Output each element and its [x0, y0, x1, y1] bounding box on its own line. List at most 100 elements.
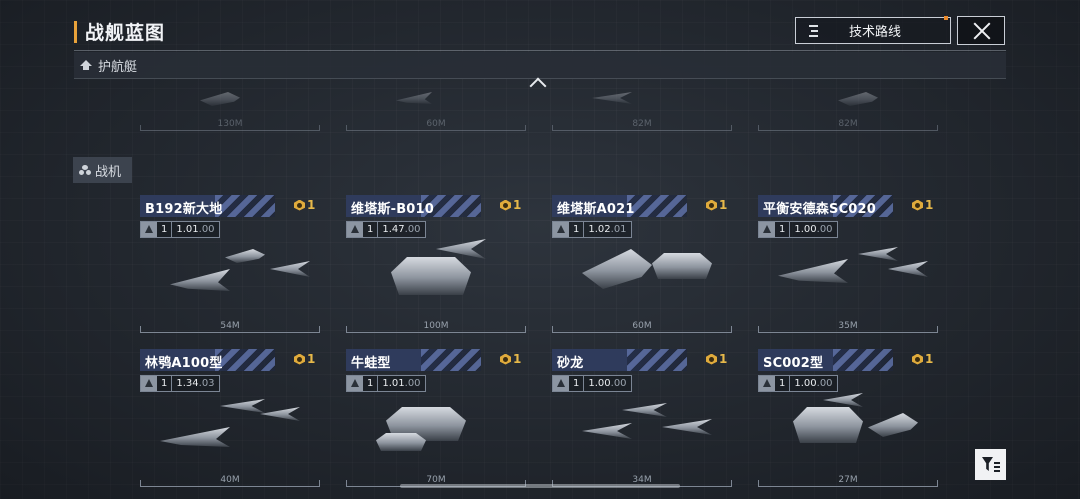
- ship-class-icon: [759, 376, 775, 391]
- notification-dot: [944, 16, 948, 20]
- ship-class-icon: [347, 222, 363, 237]
- count-value: 1: [719, 352, 728, 366]
- blueprint-card[interactable]: 维塔斯A021 1 1 1.02.01 60M: [552, 195, 732, 335]
- level-value: 1: [775, 222, 791, 237]
- ship-class-icon: [759, 222, 775, 237]
- section-header-fighter[interactable]: 战机: [73, 157, 132, 183]
- length-label: 35M: [838, 321, 858, 331]
- version-value: 1.00.00: [588, 378, 627, 389]
- length-label: 27M: [838, 475, 858, 485]
- escort-blueprint-ghost: 82M: [758, 92, 938, 137]
- length-scale: [552, 326, 732, 333]
- ship-blueprint-render: [768, 239, 928, 315]
- ship-model-image: [270, 261, 310, 277]
- count-value: 1: [925, 198, 934, 212]
- version-value: 1.01.00: [382, 378, 421, 389]
- header-stripes: [215, 349, 275, 371]
- version-value: 1.01.00: [176, 224, 215, 235]
- ship-blueprint-render: [562, 239, 722, 315]
- ship-name: 牛蛙型: [351, 356, 391, 371]
- ship-model-image: [622, 403, 667, 417]
- header-stripes: [627, 349, 687, 371]
- ship-model-image: [225, 249, 265, 263]
- section-header-escort[interactable]: 护航艇: [74, 52, 1006, 79]
- ship-silhouette: [200, 92, 240, 106]
- ship-stats: 1 1.00.00: [758, 375, 838, 392]
- version-value: 1.00.00: [794, 224, 833, 235]
- close-button[interactable]: [957, 16, 1005, 45]
- ship-blueprint-render: [150, 393, 310, 469]
- ship-class-icon: [141, 222, 157, 237]
- ship-model-image: [823, 393, 863, 407]
- length-scale: [346, 326, 526, 333]
- card-header: 牛蛙型: [346, 349, 481, 371]
- ship-silhouette: [592, 92, 632, 104]
- ship-model-image: [376, 433, 426, 451]
- count-value: 1: [513, 198, 522, 212]
- section-label: 战机: [95, 164, 122, 180]
- ship-name: 林鸮A100型: [145, 356, 223, 371]
- blueprint-badge-icon: [500, 353, 511, 365]
- count-value: 1: [513, 352, 522, 366]
- tech-route-label: 技术路线: [848, 25, 901, 40]
- ship-model-image: [170, 269, 230, 291]
- version-value: 1.34.03: [176, 378, 215, 389]
- card-header: 维塔斯A021: [552, 195, 687, 217]
- length-label: 100M: [423, 321, 449, 331]
- horizontal-scrollbar[interactable]: [400, 484, 680, 488]
- blueprint-badge-icon: [912, 353, 923, 365]
- ship-model-image: [582, 249, 652, 289]
- card-header: SC002型: [758, 349, 893, 371]
- filter-button[interactable]: [975, 449, 1006, 480]
- ship-model-image: [220, 399, 265, 413]
- blueprint-card[interactable]: 平衡安德森SC020 1 1 1.00.00 35M: [758, 195, 938, 335]
- blueprint-card[interactable]: SC002型 1 1 1.00.00 27M: [758, 349, 938, 489]
- tech-route-button[interactable]: 技术路线: [795, 16, 951, 44]
- page-title: 战舰蓝图: [85, 22, 166, 44]
- ship-name: SC002型: [763, 356, 824, 371]
- blueprint-card[interactable]: 维塔斯-B010 1 1 1.47.00 100M: [346, 195, 526, 335]
- ship-class-icon: [553, 376, 569, 391]
- count-value: 1: [307, 198, 316, 212]
- ship-stats: 1 1.47.00: [346, 221, 426, 238]
- blueprint-count: 1: [912, 198, 933, 212]
- length-scale: [140, 480, 320, 487]
- ship-blueprint-render: [768, 393, 928, 469]
- blueprint-card[interactable]: B192新大地 1 1 1.01.00 54M: [140, 195, 320, 335]
- escort-blueprint-ghost: 130M: [140, 92, 320, 137]
- blueprint-card[interactable]: 林鸮A100型 1 1 1.34.03 40M: [140, 349, 320, 489]
- count-value: 1: [925, 352, 934, 366]
- header-divider: [74, 50, 1006, 51]
- length-scale: [346, 125, 526, 131]
- length-label: 60M: [426, 119, 446, 129]
- ship-blueprint-render: [356, 239, 516, 315]
- blueprint-count: 1: [294, 352, 315, 366]
- escort-blueprint-ghost: 82M: [552, 92, 732, 137]
- ship-stats: 1 1.01.00: [140, 221, 220, 238]
- ship-silhouette: [396, 92, 432, 104]
- ship-stats: 1 1.01.00: [346, 375, 426, 392]
- ship-stats: 1 1.02.01: [552, 221, 632, 238]
- ship-model-image: [260, 407, 300, 421]
- length-label: 130M: [217, 119, 243, 129]
- blueprint-count: 1: [500, 198, 521, 212]
- tech-tree-icon: [806, 24, 820, 38]
- length-label: 54M: [220, 321, 240, 331]
- ship-class-icon: [141, 376, 157, 391]
- ship-model-image: [652, 253, 712, 279]
- ship-class-icon: [347, 376, 363, 391]
- page-header: 战舰蓝图: [74, 18, 165, 45]
- ship-model-image: [888, 261, 928, 277]
- length-label: 40M: [220, 475, 240, 485]
- blueprint-card[interactable]: 牛蛙型 1 1 1.01.00 70M: [346, 349, 526, 489]
- ship-stats: 1 1.00.00: [552, 375, 632, 392]
- blueprint-card[interactable]: 砂龙 1 1 1.00.00 34M: [552, 349, 732, 489]
- length-scale: [758, 125, 938, 131]
- blueprint-badge-icon: [706, 353, 717, 365]
- ship-name: 维塔斯A021: [557, 202, 635, 217]
- level-value: 1: [775, 376, 791, 391]
- length-scale: [758, 480, 938, 487]
- ship-class-icon: [553, 222, 569, 237]
- card-header: 维塔斯-B010: [346, 195, 481, 217]
- ship-model-image: [391, 257, 471, 295]
